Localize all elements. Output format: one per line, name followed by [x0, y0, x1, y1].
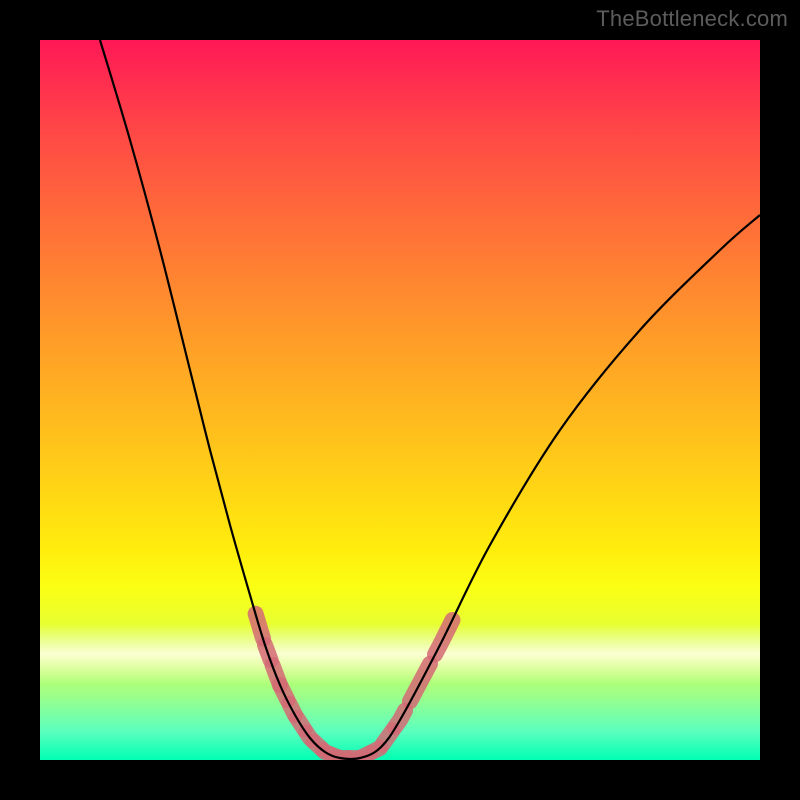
- notch-highlights: [256, 614, 453, 758]
- watermark-text: TheBottleneck.com: [596, 6, 788, 32]
- curve-layer: [40, 40, 760, 760]
- chart-frame: TheBottleneck.com: [0, 0, 800, 800]
- plot-area: [40, 40, 760, 760]
